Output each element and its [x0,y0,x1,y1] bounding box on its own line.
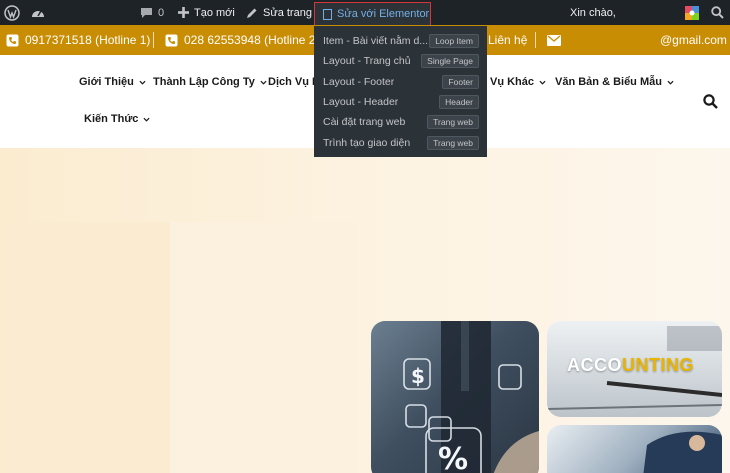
chevron-down-icon [139,80,146,85]
dropdown-item-tag: Footer [442,74,479,89]
nav-item-label: Văn Bản & Biểu Mẫu [555,76,662,88]
new-content-menu[interactable]: Tạo mới [178,0,235,25]
wordpress-logo-icon[interactable] [4,0,20,25]
svg-text:%: % [438,442,468,473]
wp-admin-bar: 0 Tạo mới Sửa trang Sửa với Elementor Xi… [0,0,730,26]
nav-item-label: Vụ Khác [490,76,535,88]
nav-item-label: Kiến Thức [84,113,139,125]
new-label: Tạo mới [194,6,235,19]
chevron-down-icon [143,117,150,122]
edit-page-label: Sửa trang [263,6,312,19]
elementor-page-icon [323,8,332,20]
chevron-down-icon [260,80,267,85]
dropdown-item-label: Layout - Footer [323,75,395,88]
pencil-icon [247,8,257,18]
dropdown-item-label: Trình tạo giao diện [323,136,411,149]
accounting-image: ACCOUNTING [547,321,722,417]
chevron-down-icon [539,80,546,85]
dropdown-item-site-settings[interactable]: Cài đặt trang web Trang web [314,112,487,132]
nav-item-van-ban-bieu-mau[interactable]: Văn Bản & Biểu Mẫu [555,76,674,88]
dropdown-item-tag: Trang web [427,115,479,130]
elementor-label: Sửa với Elementor [337,8,430,20]
dropdown-item-tag: Single Page [421,54,479,69]
user-avatar[interactable] [685,0,699,25]
dropdown-item-label: Cài đặt trang web [323,116,406,129]
hero-panel-left [5,222,170,473]
dashboard-gauge-icon[interactable] [30,0,46,25]
topbar-divider [153,32,154,48]
dropdown-item-loop-item[interactable]: Item - Bài viết nằm d... Loop Item [314,31,487,51]
nav-item-dich-vu-khac[interactable]: Vụ Khác [490,76,546,88]
chevron-down-icon [667,80,674,85]
nav-item-label: Dịch Vụ K [268,76,320,88]
dropdown-item-tag: Trang web [427,135,479,150]
dropdown-item-label: Item - Bài viết nằm d... [323,35,428,48]
nav-item-dich-vu-ke-toan[interactable]: Dịch Vụ K [268,76,320,88]
email-text[interactable]: @gmail.com [660,25,727,55]
business-finance-image: $ % [371,321,539,473]
site-search-icon[interactable] [703,94,718,109]
dropdown-item-label: Layout - Trang chủ [323,55,411,68]
comments-menu[interactable]: 0 [140,0,164,25]
nav-item-label: Giới Thiệu [79,76,134,88]
nav-item-gioi-thieu[interactable]: Giới Thiệu [79,76,146,88]
hotline-1-text: 0917371518 (Hotline 1) [25,33,151,47]
dropdown-item-label: Layout - Header [323,96,399,109]
dropdown-item-footer[interactable]: Layout - Footer Footer [314,72,487,92]
hotline-1-link[interactable]: 0917371518 (Hotline 1) [6,25,150,55]
greeting-text[interactable]: Xin chào, [570,0,616,25]
hotline-2-text: 028 62553948 (Hotline 2) [184,33,320,47]
nav-item-kien-thuc[interactable]: Kiến Thức [84,113,150,125]
phone-icon [165,34,178,46]
business-meeting-image [547,425,722,473]
elementor-dropdown-menu: Item - Bài viết nằm d... Loop Item Layou… [314,26,487,157]
dropdown-item-header[interactable]: Layout - Header Header [314,92,487,112]
dropdown-item-theme-builder[interactable]: Trình tạo giao diện Trang web [314,132,487,152]
svg-text:$: $ [411,364,425,388]
accounting-heading-part1: ACCO [567,355,622,375]
edit-page-link[interactable]: Sửa trang [246,0,312,25]
comment-icon [141,7,152,18]
hotline-2-link[interactable]: 028 62553948 (Hotline 2) [165,25,319,55]
admin-search-icon[interactable] [711,0,724,25]
dropdown-item-homepage[interactable]: Layout - Trang chủ Single Page [314,51,487,71]
comments-count: 0 [158,6,165,19]
email-icon[interactable] [547,25,561,55]
accounting-heading: ACCOUNTING [567,355,694,376]
edit-with-elementor-button[interactable]: Sửa với Elementor [314,2,431,26]
plus-icon [178,7,189,18]
accounting-heading-part2: UNTING [622,355,694,375]
dropdown-item-tag: Loop Item [429,34,479,49]
nav-item-thanh-lap-cong-ty[interactable]: Thành Lập Công Ty [153,76,267,88]
topbar-divider [535,32,536,48]
hero-panel-center [170,222,358,473]
dropdown-item-tag: Header [439,95,479,110]
nav-item-label: Thành Lập Công Ty [153,76,255,88]
contact-link[interactable]: Liên hệ [488,25,527,55]
phone-icon [6,34,19,46]
